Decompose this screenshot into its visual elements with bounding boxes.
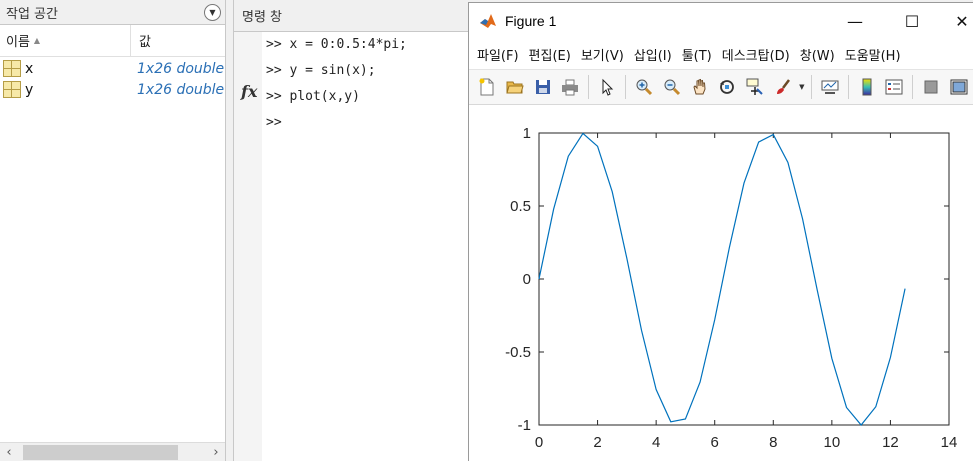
variable-name: x — [25, 60, 34, 77]
workspace-title-bar: 작업 공간 ▼ — [0, 0, 225, 25]
command-window: 명령 창 fx >> x = 0:0.5:4*pi; >> y = sin(x)… — [233, 0, 473, 461]
legend-icon[interactable] — [883, 76, 905, 98]
figure-title-bar: Figure 1 — ☐ ✕ — [469, 3, 973, 39]
link-plot-icon[interactable] — [819, 76, 841, 98]
scrollbar-thumb[interactable] — [23, 444, 178, 460]
menu-insert[interactable]: 삽입(I) — [634, 45, 672, 64]
brush-dropdown-icon[interactable]: ▼ — [797, 76, 807, 98]
x-tick-label: 4 — [652, 434, 660, 451]
x-tick-label: 8 — [769, 434, 777, 451]
y-tick-label: 0 — [523, 271, 531, 288]
toolbar-separator — [912, 75, 914, 99]
matlab-logo-icon — [480, 14, 496, 28]
hide-plot-tools-icon[interactable] — [920, 76, 942, 98]
menu-view[interactable]: 보기(V) — [581, 45, 624, 64]
figure-toolbar: ▼ — [469, 69, 973, 105]
close-icon[interactable]: ✕ — [939, 3, 973, 39]
scroll-right-icon[interactable]: › — [207, 445, 225, 460]
toolbar-separator — [810, 75, 812, 99]
menu-edit[interactable]: 편집(E) — [529, 45, 571, 64]
column-header-name[interactable]: 이름 ▲ — [0, 25, 131, 56]
y-tick-label: -0.5 — [505, 344, 531, 361]
axes-box[interactable] — [538, 132, 950, 426]
variable-value: 1x26 double — [137, 81, 225, 98]
figure-window: Figure 1 — ☐ ✕ 파일(F) 편집(E) 보기(V) 삽입(I) 툴… — [468, 2, 973, 461]
function-browser-icon[interactable]: fx — [241, 82, 257, 101]
workspace-variable-list: x 1x26 double y 1x26 double — [0, 58, 225, 100]
matrix-variable-icon — [3, 60, 21, 77]
matlab-desktop: 작업 공간 ▼ 이름 ▲ 값 x 1x26 double y 1x26 doub… — [0, 0, 973, 461]
x-tick-label: 0 — [535, 434, 543, 451]
sort-ascending-icon: ▲ — [33, 36, 41, 45]
command-prompt[interactable]: >> — [266, 115, 282, 130]
open-file-icon[interactable] — [504, 76, 526, 98]
rotate-3d-icon[interactable] — [716, 76, 738, 98]
figure-canvas: 0 2 4 6 8 10 12 14 1 0.5 0 -0.5 -1 — [469, 105, 973, 461]
pan-hand-icon[interactable] — [689, 76, 711, 98]
menu-tools[interactable]: 툴(T) — [682, 45, 712, 64]
figure-title: Figure 1 — [505, 13, 557, 29]
x-tick-label: 2 — [593, 434, 601, 451]
toolbar-separator — [625, 75, 627, 99]
command-history-line: >> x = 0:0.5:4*pi; — [266, 37, 407, 52]
brush-icon[interactable] — [772, 76, 794, 98]
variable-name: y — [25, 81, 34, 98]
y-tick-label: 0.5 — [510, 198, 531, 215]
x-tick-label: 10 — [824, 434, 841, 451]
toolbar-separator — [847, 75, 849, 99]
zoom-in-icon[interactable] — [633, 76, 655, 98]
show-plot-tools-icon[interactable] — [948, 76, 970, 98]
x-tick-label: 14 — [941, 434, 958, 451]
column-header-value-label: 값 — [139, 35, 151, 50]
menu-window[interactable]: 창(W) — [800, 45, 835, 64]
workspace-column-header: 이름 ▲ 값 — [0, 25, 225, 57]
toolbar-separator — [588, 75, 590, 99]
command-window-title: 명령 창 — [242, 10, 283, 25]
x-tick-label: 6 — [711, 434, 719, 451]
scrollbar-track[interactable] — [18, 444, 207, 461]
edit-plot-arrow-icon[interactable] — [596, 76, 618, 98]
workspace-panel: 작업 공간 ▼ 이름 ▲ 값 x 1x26 double y 1x26 doub… — [0, 0, 226, 461]
data-cursor-icon[interactable] — [744, 76, 766, 98]
workspace-actions-menu-icon[interactable]: ▼ — [204, 4, 221, 21]
y-tick-label: -1 — [518, 417, 531, 434]
minimize-icon[interactable]: — — [832, 3, 878, 39]
column-header-value[interactable]: 값 — [131, 25, 225, 56]
scroll-left-icon[interactable]: ‹ — [0, 445, 18, 460]
y-tick-label: 1 — [523, 125, 531, 142]
command-history-line: >> y = sin(x); — [266, 63, 376, 78]
x-tick-label: 12 — [882, 434, 899, 451]
figure-menu-bar: 파일(F) 편집(E) 보기(V) 삽입(I) 툴(T) 데스크탑(D) 창(W… — [469, 39, 973, 69]
variable-value: 1x26 double — [137, 60, 225, 77]
workspace-variable-row[interactable]: y 1x26 double — [0, 79, 225, 100]
workspace-horizontal-scrollbar[interactable]: ‹ › — [0, 442, 225, 461]
command-window-title-bar: 명령 창 — [234, 0, 473, 32]
line-plot[interactable]: 0 2 4 6 8 10 12 14 1 0.5 0 -0.5 -1 — [469, 105, 973, 461]
command-history-line: >> plot(x,y) — [266, 89, 360, 104]
print-icon[interactable] — [559, 76, 581, 98]
zoom-out-icon[interactable] — [661, 76, 683, 98]
workspace-title: 작업 공간 — [6, 6, 58, 22]
maximize-icon[interactable]: ☐ — [889, 3, 935, 39]
workspace-variable-row[interactable]: x 1x26 double — [0, 58, 225, 79]
matrix-variable-icon — [3, 81, 21, 98]
save-icon[interactable] — [532, 76, 554, 98]
menu-desktop[interactable]: 데스크탑(D) — [722, 45, 790, 64]
menu-help[interactable]: 도움말(H) — [845, 45, 901, 64]
menu-file[interactable]: 파일(F) — [477, 45, 519, 64]
column-header-name-label: 이름 — [6, 35, 30, 50]
colorbar-icon[interactable] — [856, 76, 878, 98]
new-figure-icon[interactable] — [476, 76, 498, 98]
